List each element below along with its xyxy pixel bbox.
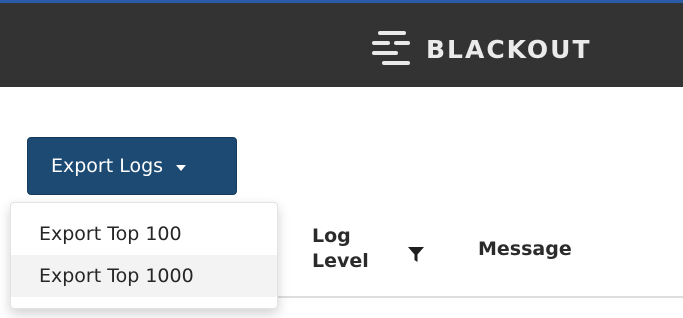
caret-down-icon bbox=[176, 164, 187, 171]
menu-item-export-top-100[interactable]: Export Top 100 bbox=[11, 213, 277, 255]
brand-name: BLACKOUT bbox=[426, 34, 592, 64]
export-dropdown-menu: Export Top 100 Export Top 1000 bbox=[10, 202, 278, 309]
hamburger-lines-icon bbox=[372, 29, 412, 69]
export-logs-button[interactable]: Export Logs bbox=[27, 137, 237, 195]
brand-logo[interactable]: BLACKOUT bbox=[372, 29, 592, 69]
column-header-message[interactable]: Message bbox=[478, 238, 572, 260]
menu-item-export-top-1000[interactable]: Export Top 1000 bbox=[11, 255, 277, 297]
column-header-log-level[interactable]: Log Level bbox=[312, 224, 392, 274]
filter-icon[interactable] bbox=[407, 246, 425, 264]
export-logs-label: Export Logs bbox=[51, 155, 164, 177]
top-navigation-bar: BLACKOUT bbox=[0, 0, 683, 87]
